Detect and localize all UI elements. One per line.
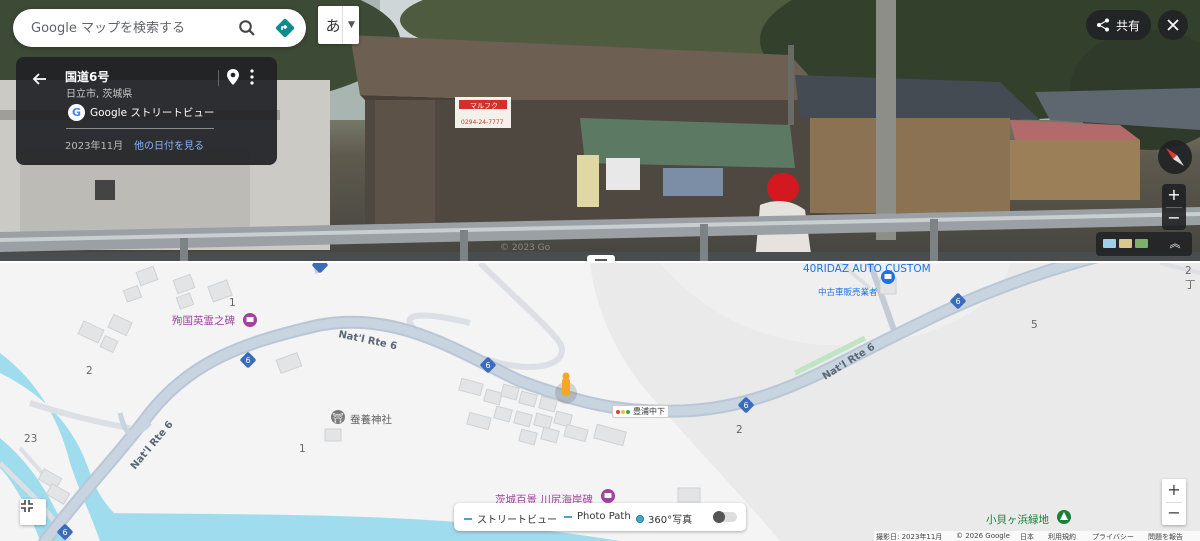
route-shield-label: 6: [62, 528, 67, 537]
map-zoom-control: + −: [1162, 479, 1186, 525]
solid-line-icon: [464, 517, 472, 520]
legend-photo-path-label: Photo Path: [577, 511, 631, 522]
svg-text:マルフク: マルフク: [470, 102, 498, 110]
footer-capture-date: 撮影日: 2023年11月: [876, 533, 943, 541]
location-subtitle: 日立市, 茨城県: [66, 89, 133, 100]
street-view-panorama[interactable]: マルフク 0294-24-7777 © 2023 Go Google マップを検…: [0, 0, 1200, 261]
zoom-out-icon[interactable]: −: [1162, 207, 1186, 230]
route-shield-label: 6: [245, 356, 250, 365]
layer-thumbnails[interactable]: ︽: [1096, 232, 1192, 256]
terrain-thumbnail-icon[interactable]: [1119, 239, 1132, 248]
location-title: 国道6号: [65, 70, 110, 84]
block-number: 1: [299, 443, 306, 455]
block-number: 5: [1031, 319, 1038, 331]
route-shield-label: 6: [485, 361, 490, 370]
legend-360-photo-label: 360°写真: [648, 515, 693, 526]
legend-street-view-label: ストリートビュー: [477, 515, 557, 526]
street-view-zoom-control: + −: [1162, 184, 1186, 230]
footer-privacy-link[interactable]: プライバシー: [1092, 532, 1134, 541]
map-footer: 撮影日: 2023年11月 © 2026 Google 日本 利用規約 プライバ…: [874, 531, 1200, 541]
close-icon: [1167, 19, 1179, 31]
poi-shrine[interactable]: 蚕養神社: [350, 412, 392, 427]
directions-button[interactable]: [272, 15, 298, 41]
legend-360-photo: 360°写真: [636, 511, 692, 526]
input-method-button[interactable]: あ ▼: [318, 6, 359, 44]
input-method-divider: [342, 6, 343, 44]
expand-up-icon[interactable]: ︽: [1166, 235, 1184, 253]
street-view-brand: Google ストリートビュー: [90, 107, 215, 119]
zoom-out-icon[interactable]: −: [1162, 502, 1186, 525]
footer-country-link[interactable]: 日本: [1020, 532, 1034, 541]
block-number: 23: [24, 433, 38, 445]
zoom-in-icon[interactable]: +: [1162, 184, 1186, 207]
block-number: 2: [86, 365, 93, 377]
poi-auto-shop-type: 中古車販売業者: [818, 288, 878, 298]
zoom-in-icon[interactable]: +: [1162, 479, 1186, 502]
search-input[interactable]: [31, 20, 221, 36]
poi-memorial[interactable]: 殉国英霊之碑: [172, 313, 235, 328]
card-divider: [218, 70, 219, 86]
zoom-divider: [1166, 502, 1182, 503]
more-options-icon[interactable]: [246, 68, 258, 86]
share-icon: [1097, 18, 1109, 32]
map-view[interactable]: 6 6 6 6 6 Nat'l Rte 6 Nat'l Rte 6 Nat'l …: [0, 263, 1200, 541]
poi-auto-shop[interactable]: 40RIDAZ AUTO CUSTOM: [803, 264, 931, 275]
zoom-divider: [1166, 207, 1182, 208]
bus-stop-label[interactable]: 豊浦中下: [612, 405, 669, 418]
svg-text:⛩: ⛩: [332, 413, 343, 424]
block-number: 2丁: [1185, 265, 1196, 291]
route-shield-label: 6: [955, 297, 960, 306]
compass-icon: [1166, 148, 1184, 166]
layer-toggle[interactable]: [713, 511, 737, 523]
legend-photo-path: Photo Path: [564, 511, 631, 522]
card-divider: [66, 128, 214, 129]
dashed-line-icon: [564, 515, 572, 518]
maps-street-view-app: マルフク 0294-24-7777 © 2023 Go Google マップを検…: [0, 0, 1200, 541]
svg-text:0294-24-7777: 0294-24-7777: [461, 119, 504, 126]
share-button[interactable]: 共有: [1086, 10, 1151, 40]
bus-stop-name: 豊浦中下: [633, 407, 665, 416]
share-label: 共有: [1116, 18, 1141, 33]
footer-copyright: © 2026 Google: [956, 532, 1010, 540]
compass-button[interactable]: [1158, 140, 1192, 174]
panorama-watermark: © 2023 Go: [500, 243, 551, 253]
street-view-legend: ストリートビュー Photo Path 360°写真: [454, 503, 746, 531]
photo-thumbnail-icon[interactable]: [1135, 239, 1148, 248]
footer-report-link[interactable]: 問題を報告: [1148, 532, 1183, 541]
fullscreen-button[interactable]: [20, 499, 46, 525]
search-button[interactable]: [234, 15, 260, 41]
block-number: 1: [229, 297, 236, 309]
directions-icon: [275, 18, 295, 38]
google-logo-icon: G: [68, 104, 85, 121]
see-other-dates-link[interactable]: 他の日付を見る: [134, 137, 204, 152]
satellite-thumbnail-icon[interactable]: [1103, 239, 1116, 248]
close-button[interactable]: [1158, 10, 1188, 40]
back-arrow-icon[interactable]: [30, 69, 50, 89]
search-box: [13, 9, 306, 47]
photo-dot-icon: [636, 514, 644, 523]
route-shield-label: 6: [743, 401, 748, 410]
input-method-label: あ: [325, 16, 341, 35]
bus-stop-icon: [616, 409, 630, 414]
legend-street-view: ストリートビュー: [464, 511, 557, 526]
search-icon: [239, 20, 255, 36]
map-pin-icon[interactable]: [225, 68, 241, 86]
street-view-info-card: 国道6号 日立市, 茨城県 G Google ストリートビュー 2023年11月…: [16, 57, 277, 165]
capture-date: 2023年11月: [65, 141, 124, 152]
poi-park[interactable]: 小貝ヶ浜緑地: [986, 512, 1049, 527]
fullscreen-icon: [21, 500, 33, 512]
map-canvas: 6 6 6 6 6 Nat'l Rte 6 Nat'l Rte 6 Nat'l …: [0, 263, 1200, 541]
chevron-down-icon[interactable]: ▼: [348, 20, 355, 30]
block-number: 2: [736, 424, 743, 436]
road-label: Nat'l Rte 6: [337, 329, 398, 352]
footer-terms-link[interactable]: 利用規約: [1048, 532, 1076, 541]
